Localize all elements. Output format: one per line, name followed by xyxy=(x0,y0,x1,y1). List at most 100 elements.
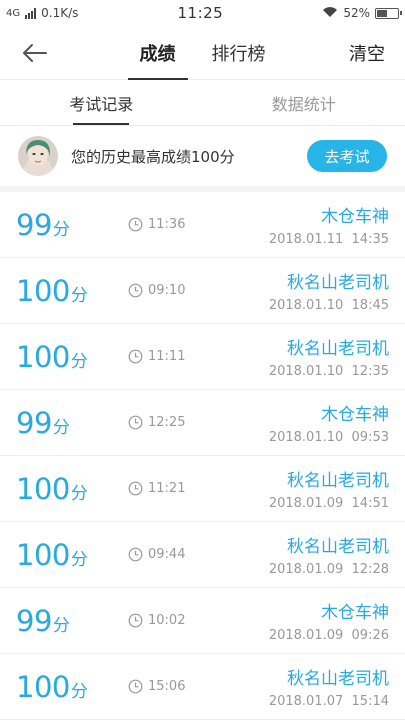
record-date: 2018.01.09 12:28 xyxy=(268,562,389,577)
duration-text: 09:44 xyxy=(148,547,186,562)
score-unit: 分 xyxy=(52,417,70,438)
record-info: 木仓车神 2018.01.10 09:53 xyxy=(269,400,389,445)
record-date: 2018.01.11 14:35 xyxy=(268,232,389,247)
record-name: 木仓车神 xyxy=(321,405,389,425)
duration-text: 10:02 xyxy=(148,613,186,628)
record-row[interactable]: 100 分 09:10 秋名山老司机 2018.01.10 18:45 xyxy=(0,258,405,324)
record-date: 2018.01.10 12:35 xyxy=(268,364,389,379)
duration: 11:21 xyxy=(128,481,269,496)
avatar[interactable] xyxy=(18,136,58,176)
tab-ranking[interactable]: 排行榜 xyxy=(200,26,278,80)
best-score-banner: 您的历史最高成绩100分 去考试 xyxy=(0,126,405,192)
score: 100 分 xyxy=(16,472,128,506)
duration-text: 12:25 xyxy=(148,415,186,430)
score-unit: 分 xyxy=(70,285,88,306)
record-info: 木仓车神 2018.01.11 14:35 xyxy=(269,202,389,247)
score-unit: 分 xyxy=(52,615,70,636)
clock-icon xyxy=(128,283,143,298)
score: 100 分 xyxy=(16,340,128,374)
duration: 10:02 xyxy=(128,613,269,628)
score-value: 100 xyxy=(16,471,70,506)
record-date: 2018.01.10 09:53 xyxy=(268,430,389,445)
record-info: 秋名山老司机 2018.01.07 15:14 xyxy=(269,664,389,709)
status-bar: 4G 0.1K/s 11:25 52% xyxy=(0,0,405,26)
score-unit: 分 xyxy=(70,681,88,702)
signal-icon xyxy=(25,7,37,19)
score-unit: 分 xyxy=(52,219,70,240)
nav-tabs: 成绩 排行榜 xyxy=(0,26,405,80)
battery-icon xyxy=(375,7,402,19)
take-exam-button[interactable]: 去考试 xyxy=(307,140,387,172)
record-row[interactable]: 99 分 10:02 木仓车神 2018.01.09 09:26 xyxy=(0,588,405,654)
duration: 11:36 xyxy=(128,217,269,232)
record-row[interactable]: 100 分 09:44 秋名山老司机 2018.01.09 12:28 xyxy=(0,522,405,588)
tab-exam-records[interactable]: 考试记录 xyxy=(0,80,203,125)
score-unit: 分 xyxy=(70,351,88,372)
score: 100 分 xyxy=(16,274,128,308)
clock-icon xyxy=(128,679,143,694)
clock-icon xyxy=(128,547,143,562)
record-info: 木仓车神 2018.01.09 09:26 xyxy=(269,598,389,643)
clock-icon xyxy=(128,613,143,628)
duration: 09:10 xyxy=(128,283,269,298)
score-value: 100 xyxy=(16,669,70,704)
duration: 15:06 xyxy=(128,679,269,694)
record-row[interactable]: 100 分 11:11 秋名山老司机 2018.01.10 12:35 xyxy=(0,324,405,390)
network-speed: 0.1K/s xyxy=(41,6,79,20)
duration-text: 11:11 xyxy=(148,349,186,364)
record-name: 秋名山老司机 xyxy=(287,537,389,557)
network-type: 4G xyxy=(6,7,21,19)
duration-text: 11:21 xyxy=(148,481,186,496)
record-row[interactable]: 99 分 11:36 木仓车神 2018.01.11 14:35 xyxy=(0,192,405,258)
duration: 12:25 xyxy=(128,415,269,430)
score-value: 100 xyxy=(16,537,70,572)
score: 100 分 xyxy=(16,538,128,572)
record-info: 秋名山老司机 2018.01.09 14:51 xyxy=(269,466,389,511)
record-name: 木仓车神 xyxy=(321,603,389,623)
score: 99 分 xyxy=(16,406,128,440)
records-list: 99 分 11:36 木仓车神 2018.01.11 14:35 100 分 0… xyxy=(0,192,405,720)
duration-text: 15:06 xyxy=(148,679,186,694)
clock-icon xyxy=(128,415,143,430)
duration: 09:44 xyxy=(128,547,269,562)
record-name: 木仓车神 xyxy=(321,207,389,227)
clock: 11:25 xyxy=(177,4,224,22)
record-date: 2018.01.07 15:14 xyxy=(268,694,389,709)
clock-icon xyxy=(128,349,143,364)
clear-button[interactable]: 清空 xyxy=(349,26,385,80)
record-info: 秋名山老司机 2018.01.09 12:28 xyxy=(269,532,389,577)
record-date: 2018.01.10 18:45 xyxy=(268,298,389,313)
record-info: 秋名山老司机 2018.01.10 12:35 xyxy=(269,334,389,379)
sub-tabs: 考试记录 数据统计 xyxy=(0,80,405,126)
record-date: 2018.01.09 09:26 xyxy=(268,628,389,643)
score-value: 99 xyxy=(16,405,52,440)
record-name: 秋名山老司机 xyxy=(287,669,389,689)
score: 100 分 xyxy=(16,670,128,704)
record-name: 秋名山老司机 xyxy=(287,471,389,491)
record-date: 2018.01.09 14:51 xyxy=(268,496,389,511)
record-row[interactable]: 100 分 11:21 秋名山老司机 2018.01.09 14:51 xyxy=(0,456,405,522)
score-value: 100 xyxy=(16,339,70,374)
duration-text: 09:10 xyxy=(148,283,186,298)
score-value: 100 xyxy=(16,273,70,308)
record-info: 秋名山老司机 2018.01.10 18:45 xyxy=(269,268,389,313)
score-unit: 分 xyxy=(70,549,88,570)
clock-icon xyxy=(128,481,143,496)
score-value: 99 xyxy=(16,603,52,638)
arrow-left-icon xyxy=(23,44,47,62)
score: 99 分 xyxy=(16,208,128,242)
score-value: 99 xyxy=(16,207,52,242)
best-score-text: 您的历史最高成绩100分 xyxy=(71,147,235,166)
score-unit: 分 xyxy=(70,483,88,504)
tab-scores[interactable]: 成绩 xyxy=(127,26,188,80)
score: 99 分 xyxy=(16,604,128,638)
record-row[interactable]: 100 分 15:06 秋名山老司机 2018.01.07 15:14 xyxy=(0,654,405,720)
record-row[interactable]: 99 分 12:25 木仓车神 2018.01.10 09:53 xyxy=(0,390,405,456)
tab-statistics[interactable]: 数据统计 xyxy=(203,80,405,125)
wifi-icon xyxy=(322,6,338,21)
duration: 11:11 xyxy=(128,349,269,364)
back-button[interactable] xyxy=(18,38,50,68)
clock-icon xyxy=(128,217,143,232)
record-name: 秋名山老司机 xyxy=(287,339,389,359)
battery-percent: 52% xyxy=(343,6,370,20)
